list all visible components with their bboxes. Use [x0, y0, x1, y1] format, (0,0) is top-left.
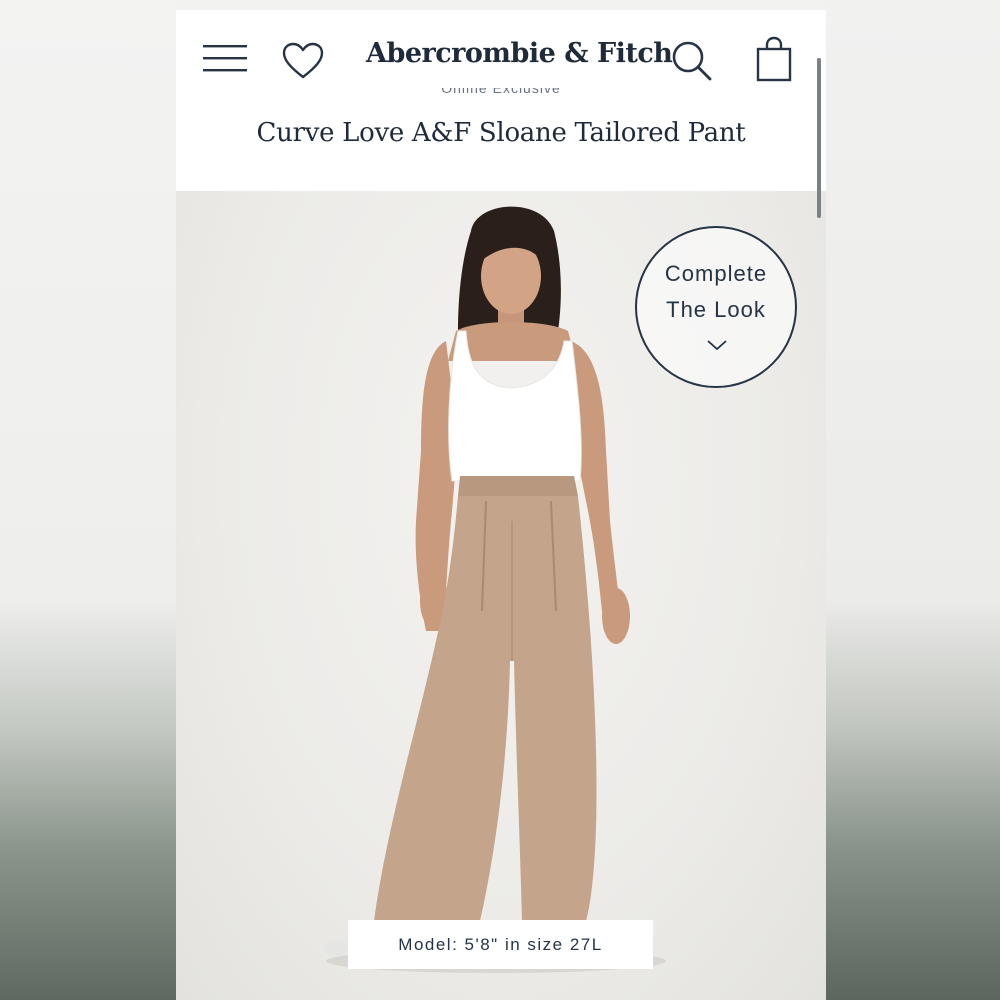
product-image[interactable]: Complete The Look Model: 5'8" in size 27… — [176, 191, 826, 1000]
status-gap — [176, 0, 826, 10]
shopping-bag-icon[interactable] — [756, 36, 792, 82]
complete-the-look-label-line1: Complete — [664, 261, 768, 286]
left-blur-background — [0, 0, 176, 1000]
heart-icon[interactable] — [282, 42, 324, 80]
right-blur-background — [826, 0, 1000, 1000]
complete-the-look-button[interactable]: Complete The Look — [635, 226, 797, 388]
product-title: Curve Love A&F Sloane Tailored Pant — [256, 118, 746, 148]
chevron-down-icon — [707, 340, 727, 351]
search-icon[interactable] — [671, 40, 713, 82]
hamburger-menu-icon[interactable] — [203, 44, 247, 74]
model-size-caption: Model: 5'8" in size 27L — [348, 920, 653, 969]
mobile-screen: Abercrombie & Fitch Online Exclusive Cur… — [176, 0, 826, 1000]
complete-the-look-label-line2: The Look — [666, 297, 766, 322]
brand-logo[interactable]: Abercrombie & Fitch — [366, 38, 673, 69]
scrollbar[interactable] — [817, 58, 821, 218]
online-exclusive-label: Online Exclusive — [441, 88, 561, 96]
